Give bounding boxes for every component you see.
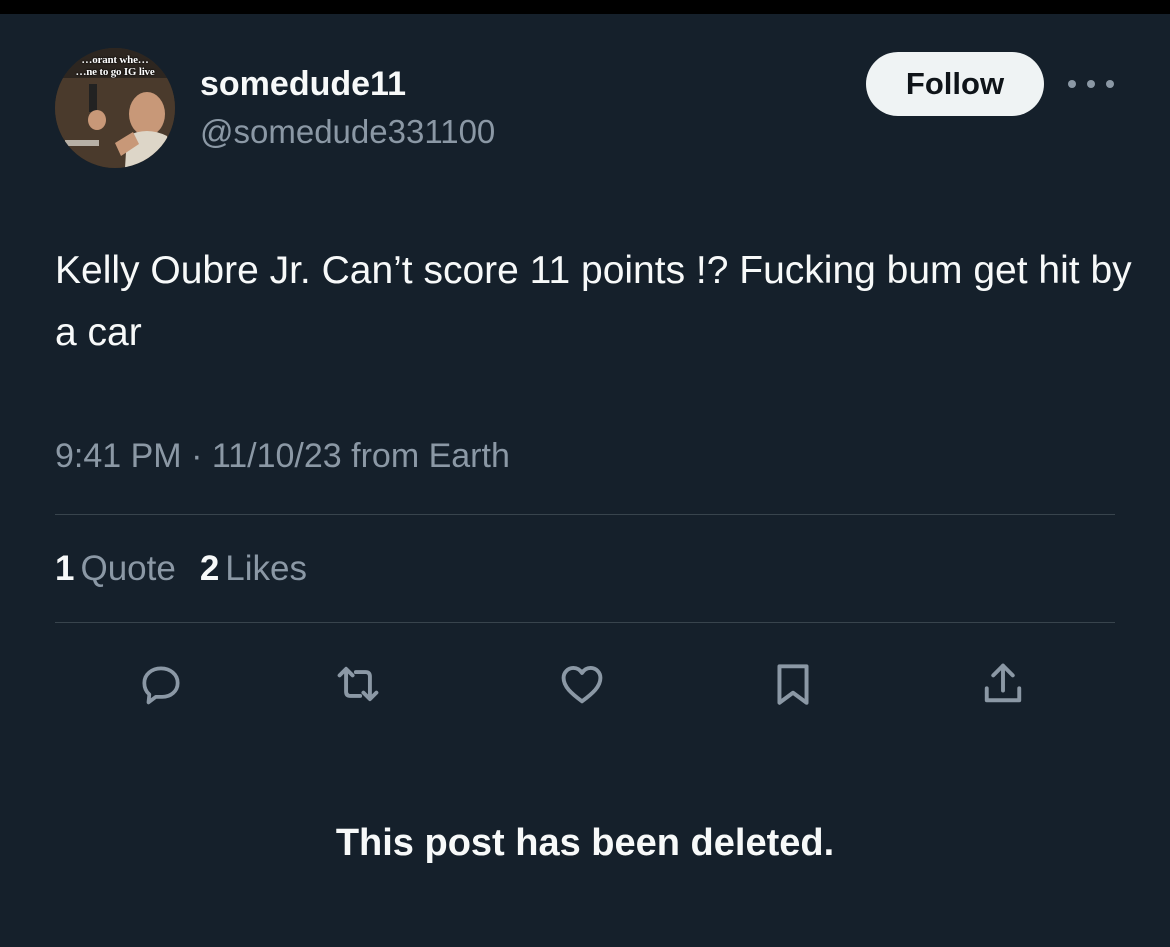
repost-button[interactable]	[330, 656, 386, 712]
display-name[interactable]: somedude11	[200, 64, 406, 104]
meta-separator: ·	[191, 437, 203, 475]
engagement-stats: 1 Quote 2 Likes	[55, 547, 331, 591]
avatar[interactable]: …orant whe… …ne to go IG live	[55, 48, 175, 168]
likes-label: Likes	[225, 549, 308, 588]
share-icon	[984, 663, 1022, 703]
more-options-icon[interactable]	[1068, 70, 1114, 98]
quotes-label: Quote	[80, 549, 176, 588]
dot	[1068, 80, 1076, 88]
tweet-time[interactable]: 9:41 PM	[55, 437, 182, 475]
dot	[1087, 80, 1095, 88]
quotes-count: 1	[55, 549, 75, 588]
likes-stat[interactable]: 2 Likes	[200, 547, 307, 591]
avatar-caption: …orant whe… …ne to go IG live	[75, 54, 155, 78]
divider	[55, 514, 1115, 515]
follow-button[interactable]: Follow	[866, 52, 1044, 116]
tweet-text: Kelly Oubre Jr. Can’t score 11 points !?…	[55, 249, 1132, 354]
repost-icon	[337, 666, 379, 702]
dot	[1106, 80, 1114, 88]
tweet-metadata: 9:41 PM · 11/10/23 from Earth	[55, 434, 510, 478]
quotes-stat[interactable]: 1 Quote	[55, 547, 176, 591]
divider	[55, 622, 1115, 623]
heart-icon	[561, 666, 603, 704]
user-handle[interactable]: @somedude331100	[200, 112, 495, 152]
bookmark-button[interactable]	[765, 656, 821, 712]
deleted-post-notice: This post has been deleted.	[335, 822, 835, 864]
reply-button[interactable]	[133, 656, 189, 712]
bookmark-icon	[777, 664, 809, 705]
reply-icon	[142, 666, 180, 705]
top-strip	[0, 0, 1170, 14]
tweet-source: from Earth	[351, 437, 510, 475]
like-button[interactable]	[554, 656, 610, 712]
likes-count: 2	[199, 549, 220, 588]
share-button[interactable]	[975, 656, 1031, 712]
tweet-date[interactable]: 11/10/23	[212, 437, 342, 475]
